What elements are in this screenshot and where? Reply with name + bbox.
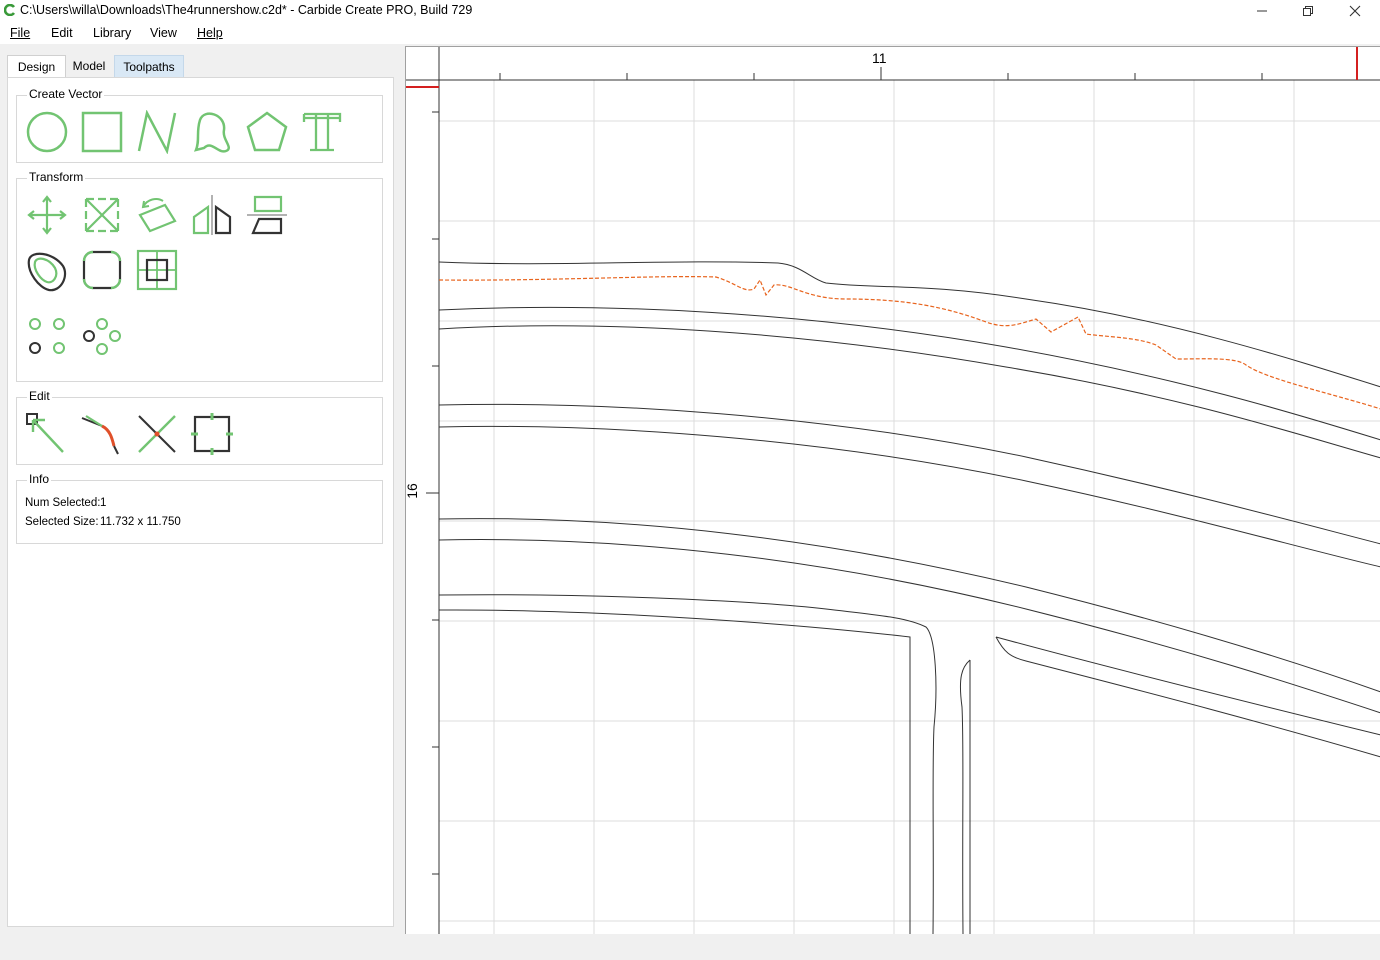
title-bar: C:\Users\willa\Downloads\The4runnershow.… [0,0,1380,22]
vector-paths[interactable] [438,261,1380,934]
design-canvas[interactable]: 11 16 [405,46,1380,934]
trim-icon [81,415,119,455]
vector-path[interactable] [438,594,937,934]
selected-size-label: Selected Size: [25,516,99,528]
num-selected-value: 1 [100,497,107,509]
vector-path[interactable] [438,306,1380,441]
fillet-tool-button[interactable] [80,248,124,292]
circle-tool-button[interactable] [25,110,69,154]
boundary-tool-button[interactable] [190,412,234,456]
selected-size-value: 11.732 x 11.750 [100,516,181,528]
mirror-tool-button[interactable] [190,193,234,237]
rotate-icon [138,198,177,233]
restore-button[interactable] [1285,0,1331,22]
scale-tool-button[interactable] [80,193,124,237]
transform-title: Transform [27,170,86,184]
menu-edit[interactable]: Edit [51,26,73,40]
node-edit-icon [26,413,64,453]
restore-icon [1303,6,1313,16]
x-ruler-label: 11 [872,50,887,66]
trim-tool-button[interactable] [80,412,124,456]
menu-file[interactable]: File [10,26,30,40]
offset-tool-button[interactable] [25,248,69,292]
curve-icon [193,112,231,153]
rotate-tool-button[interactable] [135,193,179,237]
cut-icon [138,415,176,453]
scale-icon [84,197,120,233]
cut-tool-button[interactable] [135,412,179,456]
tab-toolpaths[interactable]: Toolpaths [114,55,184,79]
horizontal-ruler [406,47,1380,81]
offset-icon [27,252,67,292]
fillet-icon [82,250,122,290]
menu-help-label: Help [197,26,223,40]
window-title: C:\Users\willa\Downloads\The4runnershow.… [20,3,473,17]
menu-file-label: File [10,26,31,40]
vector-path[interactable] [438,325,1380,459]
create-vector-title: Create Vector [27,87,105,101]
rectangle-tool-button[interactable] [80,110,124,154]
curve-tool-button[interactable] [190,110,234,154]
vector-path[interactable] [995,636,1380,758]
polyline-tool-button[interactable] [135,110,179,154]
design-panel: Create Vector Transform Edit Info Num Se… [7,77,394,927]
flip-icon [247,195,287,235]
move-icon [27,195,67,235]
align-icon [136,249,178,291]
menu-bar: File Edit Library View Help [0,22,1380,44]
flip-tool-button[interactable] [245,193,289,237]
close-button[interactable] [1332,0,1378,22]
selected-vector-path[interactable] [438,276,1380,410]
vector-path[interactable] [438,425,1380,568]
tab-design[interactable]: Design [7,55,66,79]
text-icon [302,112,342,152]
info-title: Info [27,472,52,486]
grid-array-icon [29,318,65,354]
info-group: Info Num Selected: 1 Selected Size: 11.7… [16,472,383,544]
mirror-icon [192,195,232,235]
circular-array-icon [83,318,121,355]
rectangle-icon [81,111,123,153]
close-icon [1349,5,1361,17]
vector-path[interactable] [995,636,1380,736]
tab-model[interactable]: Model [65,55,113,77]
polygon-icon [246,111,288,152]
canvas-drawing[interactable] [406,47,1380,934]
menu-library[interactable]: Library [93,26,131,40]
vector-path[interactable] [438,609,911,934]
edit-group: Edit [16,389,383,465]
menu-view-label: View [150,26,177,40]
selected-size-row: Selected Size: 11.732 x 11.750 [25,516,181,528]
create-vector-group: Create Vector [16,87,383,163]
num-selected-label: Num Selected: [25,497,101,509]
menu-edit-label: Edit [51,26,73,40]
carbide-app-icon [4,4,16,16]
num-selected-row: Num Selected: 1 [25,497,106,509]
align-tool-button[interactable] [135,248,179,292]
vector-path[interactable] [959,659,971,934]
polyline-icon [137,110,177,154]
vector-path[interactable] [438,403,1380,545]
menu-library-label: Library [93,26,132,40]
y-ruler-label: 16 [405,483,420,499]
grid-array-tool-button[interactable] [25,314,69,358]
boundary-icon [191,413,233,455]
transform-group: Transform [16,170,383,382]
circular-array-tool-button[interactable] [80,314,124,358]
edit-title: Edit [27,389,52,403]
circle-icon [26,111,68,153]
vector-path[interactable] [438,261,1380,388]
polygon-tool-button[interactable] [245,110,289,154]
move-tool-button[interactable] [25,193,69,237]
menu-help[interactable]: Help [197,26,223,40]
minimize-button[interactable] [1239,0,1285,22]
node-edit-tool-button[interactable] [25,412,69,456]
text-tool-button[interactable] [300,110,344,154]
minimize-icon [1257,10,1267,12]
menu-view[interactable]: View [150,26,177,40]
